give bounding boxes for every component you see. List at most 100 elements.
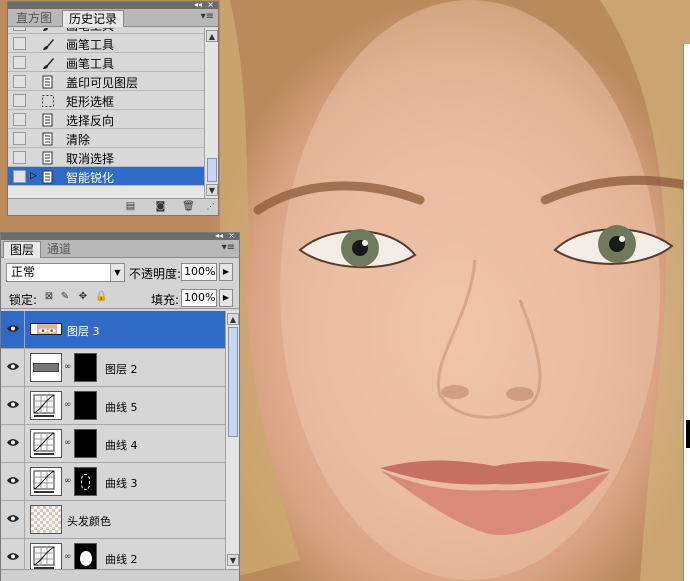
close-icon[interactable]: × <box>228 231 235 240</box>
new-document-from-state-icon[interactable]: ▤ <box>124 201 137 213</box>
lock-label: 锁定: <box>9 293 38 307</box>
history-panel-tabs: 直方图 历史记录 ▾≡ <box>8 9 218 27</box>
layer-mask-thumbnail[interactable] <box>74 467 97 496</box>
history-brush-source-checkbox[interactable] <box>13 113 26 126</box>
panel-menu-icon[interactable]: ▾≡ <box>201 11 214 22</box>
scroll-down-icon[interactable]: ▼ <box>206 184 218 196</box>
tab-history[interactable]: 历史记录 <box>62 10 125 27</box>
history-brush-source-checkbox[interactable] <box>13 37 26 50</box>
history-state-row[interactable]: ▷ 智能锐化 <box>8 167 204 186</box>
resize-grip-icon[interactable]: ⋰ <box>204 201 217 213</box>
snapshot-camera-icon[interactable]: ◙ <box>154 201 167 213</box>
visibility-eye-icon[interactable] <box>1 311 25 348</box>
layer-mask-thumbnail[interactable] <box>74 391 97 420</box>
layers-panel-tabs: 图层 通道 ▾≡ <box>1 240 239 258</box>
link-icon[interactable]: ∞ <box>64 362 72 372</box>
layers-scrollbar[interactable]: ▲ ▼ <box>225 311 239 569</box>
close-icon[interactable]: × <box>207 0 214 9</box>
history-brush-source-checkbox[interactable] <box>13 151 26 164</box>
visibility-eye-icon[interactable] <box>1 349 25 386</box>
chevron-down-icon[interactable]: ▼ <box>110 264 124 281</box>
scroll-thumb[interactable] <box>207 158 217 182</box>
history-state-row[interactable]: 取消选择 <box>8 148 204 167</box>
history-state-label: 画笔工具 <box>66 57 115 71</box>
visibility-eye-icon[interactable] <box>1 425 25 462</box>
fill-input[interactable]: 100% <box>181 289 217 307</box>
layers-panel: ◂◂ × 图层 通道 ▾≡ 正常 ▼ 不透明度: 100% ▶ 锁定: ⊠ ✎ … <box>0 231 240 581</box>
collapse-icon[interactable]: ◂◂ <box>194 0 202 9</box>
layer-mask-thumbnail[interactable] <box>74 353 97 382</box>
layer-list: 图层 3 ∞ 图层 2 ∞ 曲线 5 ∞ 曲线 4 ∞ 曲线 3 头发颜色 ∞ 曲线 2 <box>1 311 225 569</box>
tab-channels[interactable]: 通道 <box>41 241 77 258</box>
lock-all-icon[interactable]: 🔒 <box>95 291 107 303</box>
brush-icon <box>41 28 55 32</box>
fill-slider-arrow-icon[interactable]: ▶ <box>219 289 233 307</box>
panel-menu-icon[interactable]: ▾≡ <box>222 242 235 253</box>
lock-row: 锁定: ⊠ ✎ ✥ 🔒 填充: 100% ▶ <box>1 287 239 309</box>
brush-icon <box>41 56 55 70</box>
history-state-row[interactable]: 矩形选框 <box>8 91 204 110</box>
history-brush-source-checkbox[interactable] <box>13 94 26 107</box>
scroll-thumb[interactable] <box>228 327 238 437</box>
history-brush-source-checkbox[interactable] <box>13 28 26 31</box>
curves-adjustment-icon <box>30 429 62 458</box>
layer-row[interactable]: ∞ 曲线 3 <box>1 463 225 501</box>
visibility-eye-icon[interactable] <box>1 539 25 569</box>
brush-icon <box>41 37 55 51</box>
fill-label: 填充: <box>151 293 180 307</box>
history-scrollbar[interactable]: ▲ ▼ <box>204 28 218 198</box>
layers-footer <box>1 569 239 581</box>
opacity-slider-arrow-icon[interactable]: ▶ <box>219 263 233 281</box>
history-brush-source-checkbox[interactable] <box>13 56 26 69</box>
layer-row[interactable]: 头发颜色 <box>1 501 225 539</box>
link-icon[interactable]: ∞ <box>64 400 72 410</box>
tab-layers[interactable]: 图层 <box>3 241 42 258</box>
right-edge-strip <box>683 44 690 581</box>
history-state-label: 选择反向 <box>66 114 115 128</box>
document-icon <box>41 151 55 165</box>
layer-row[interactable]: ∞ 图层 2 <box>1 349 225 387</box>
layer-name: 图层 3 <box>67 325 100 338</box>
link-icon[interactable]: ∞ <box>64 476 72 486</box>
history-state-label: 画笔工具 <box>66 38 115 52</box>
collapse-icon[interactable]: ◂◂ <box>215 231 223 240</box>
history-state-row[interactable]: 选择反向 <box>8 110 204 129</box>
lock-transparent-icon[interactable]: ⊠ <box>43 291 55 303</box>
visibility-eye-icon[interactable] <box>1 387 25 424</box>
visibility-eye-icon[interactable] <box>1 501 25 538</box>
lock-brush-icon[interactable]: ✎ <box>59 291 71 303</box>
scroll-up-icon[interactable]: ▲ <box>227 313 239 325</box>
opacity-input[interactable]: 100% <box>181 263 217 281</box>
history-state-row[interactable]: 画笔工具 <box>8 34 204 53</box>
curves-adjustment-icon <box>30 391 62 420</box>
history-state-row[interactable]: 盖印可见图层 <box>8 72 204 91</box>
history-state-label: 清除 <box>66 133 91 147</box>
layer-thumbnail <box>30 353 62 382</box>
layer-mask-thumbnail[interactable] <box>74 543 97 569</box>
tab-histogram[interactable]: 直方图 <box>10 10 58 27</box>
link-icon[interactable]: ∞ <box>64 552 72 562</box>
layer-row[interactable]: ∞ 曲线 4 <box>1 425 225 463</box>
layer-row[interactable]: ∞ 曲线 5 <box>1 387 225 425</box>
scroll-down-icon[interactable]: ▼ <box>227 554 239 566</box>
link-icon[interactable]: ∞ <box>64 438 72 448</box>
trash-icon[interactable]: 🗑 <box>182 201 195 213</box>
layer-name: 图层 2 <box>105 363 138 376</box>
layer-mask-thumbnail[interactable] <box>74 429 97 458</box>
history-state-row[interactable]: 画笔工具 <box>8 53 204 72</box>
history-state-row[interactable]: 清除 <box>8 129 204 148</box>
history-panel-titlebar[interactable]: ◂◂ × <box>8 0 218 9</box>
layer-row[interactable]: ∞ 曲线 2 <box>1 539 225 569</box>
layer-thumbnail <box>30 323 62 335</box>
visibility-eye-icon[interactable] <box>1 463 25 500</box>
history-brush-source-checkbox[interactable] <box>13 170 26 183</box>
history-brush-source-checkbox[interactable] <box>13 75 26 88</box>
layers-panel-titlebar[interactable]: ◂◂ × <box>1 231 239 240</box>
lock-move-icon[interactable]: ✥ <box>77 291 89 303</box>
layer-row[interactable]: 图层 3 <box>1 311 225 349</box>
history-state-label: 取消选择 <box>66 152 115 166</box>
blend-mode-select[interactable]: 正常 ▼ <box>6 263 125 282</box>
scroll-up-icon[interactable]: ▲ <box>206 30 218 42</box>
layer-name: 曲线 5 <box>105 401 138 414</box>
history-brush-source-checkbox[interactable] <box>13 132 26 145</box>
